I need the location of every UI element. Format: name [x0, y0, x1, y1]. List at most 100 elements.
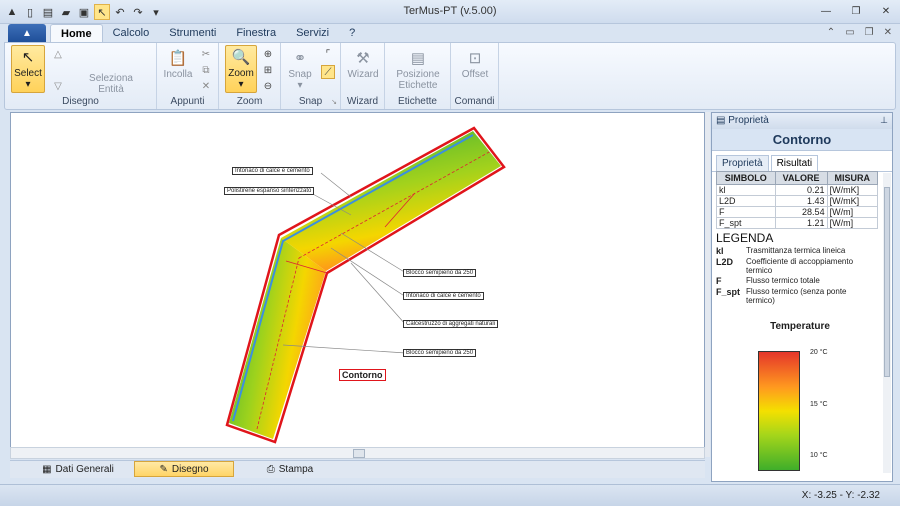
tab-label: Stampa [278, 463, 314, 475]
snap-button[interactable]: ⚭ Snap ▾ [285, 47, 315, 91]
tab-finestra[interactable]: Finestra [226, 24, 286, 43]
properties-icon: ▤ [716, 115, 726, 126]
posizione-label: Posizione Etichette [396, 69, 440, 91]
close-icon[interactable]: ✕ [878, 4, 894, 18]
tab-risultati[interactable]: Risultati [770, 155, 819, 171]
legend-description: Trasmittanza termica lineica [746, 246, 846, 255]
tab-disegno[interactable]: ✎ Disegno [134, 461, 234, 477]
results-content: SIMBOLO VALORE MISURA kl 0.21 [W/mK] L2D… [716, 171, 884, 332]
delete-icon[interactable]: ✕ [199, 79, 213, 93]
cell: 28.54 [774, 206, 828, 218]
legend-item: L2D Coefficiente di accoppiamento termic… [716, 257, 884, 275]
up-arrow-icon[interactable]: △ [51, 47, 65, 61]
properties-scrollbar[interactable] [883, 173, 891, 473]
application-menu-button[interactable]: ▲ [8, 24, 46, 42]
cursor-coordinates: X: -3.25 - Y: -2.32 [801, 490, 880, 501]
minimize-icon[interactable]: — [818, 4, 834, 18]
canvas-horizontal-scrollbar[interactable] [10, 447, 705, 459]
legend-item: F_spt Flusso termico (senza ponte termic… [716, 287, 884, 305]
scrollbar-thumb[interactable] [884, 187, 890, 377]
material-label[interactable]: Calcestruzzo di aggregati naturali [403, 320, 499, 328]
restore-icon[interactable]: ❐ [848, 4, 864, 18]
group-disegno: ↖ Select ▾ △ ▽ Seleziona Entità Disegno [5, 43, 157, 109]
group-zoom: 🔍 Zoom ▾ ⊕ ⊞ ⊖ Zoom [219, 43, 281, 109]
tab-calcolo[interactable]: Calcolo [103, 24, 160, 43]
window-title: TerMus-PT (v.5.00) [403, 5, 497, 17]
down-arrow-icon[interactable]: ▽ [51, 79, 65, 93]
legend-description: Flusso termico (senza ponte termico) [746, 287, 847, 305]
legend-item: kl Trasmittanza termica lineica [716, 246, 884, 256]
dropdown-arrow-icon: ▾ [297, 80, 303, 91]
document-tabs: ▦ Dati Generali ✎ Disegno ⎙ Stampa [10, 460, 705, 478]
tab-home[interactable]: Home [50, 24, 103, 43]
tab-proprieta[interactable]: Proprietà [716, 155, 769, 171]
cell: 0.21 [774, 184, 828, 196]
group-wizard: ⚒ Wizard Wizard [341, 43, 385, 109]
thermal-bridge-drawing[interactable] [11, 113, 705, 457]
canvas-vertical-scrollbar[interactable] [705, 112, 710, 457]
tab-dati-generali[interactable]: ▦ Dati Generali [28, 461, 128, 477]
material-label[interactable]: Blocco semipieno da 250 [403, 349, 477, 357]
group-label-zoom: Zoom [236, 96, 263, 107]
offset-button[interactable]: ⊡ Offset [457, 47, 493, 80]
material-label[interactable]: Intonaco di calce e cemento [403, 292, 484, 300]
seleziona-entita-button[interactable]: Seleziona Entità [81, 73, 141, 95]
zoom-button[interactable]: 🔍 Zoom ▾ [225, 45, 257, 93]
table-row: L2D 1.43 [W/mK] [716, 195, 879, 207]
material-label[interactable]: Polistirene espanso sinterizzato [224, 187, 315, 195]
group-comandi: ⊡ Offset Comandi [451, 43, 499, 109]
zoom-in-icon[interactable]: ⊕ [261, 47, 275, 61]
mdi-close-icon[interactable]: ✕ [884, 27, 892, 38]
zoom-label: Zoom [228, 68, 254, 79]
tab-label: Disegno [171, 463, 209, 475]
incolla-label: Incolla [163, 69, 193, 80]
temperature-title: Temperature [770, 321, 830, 332]
snap-icon: ⚭ [293, 50, 307, 67]
table-row: F 28.54 [W/m] [716, 206, 879, 218]
legend-item: F Flusso termico totale [716, 276, 884, 286]
cell: [W/mK] [826, 195, 879, 207]
ribbon: ↖ Select ▾ △ ▽ Seleziona Entità Disegno … [4, 42, 896, 110]
drawing-canvas[interactable]: Intonaco di calce e cemento Polistirene … [10, 112, 705, 457]
zoom-out-icon[interactable]: ⊖ [261, 79, 275, 93]
group-label-comandi: Comandi [454, 96, 495, 107]
material-label[interactable]: Intonaco di calce e cemento [232, 167, 313, 175]
group-snap: ⚭ Snap ▾ ⌜ ⟋ ↘ Snap [281, 43, 341, 109]
cut-icon[interactable]: ✂ [199, 47, 213, 61]
cell: [W/mK] [826, 184, 879, 196]
tab-help[interactable]: ? [339, 24, 365, 43]
mdi-restore-icon[interactable]: ❐ [865, 27, 874, 38]
ribbon-tab-bar: ▲ Home Calcolo Strumenti Finestra Serviz… [0, 24, 900, 43]
temperature-label: 10 °C [810, 452, 828, 459]
leader-line [320, 172, 352, 198]
cell: F [716, 206, 776, 218]
wizard-button[interactable]: ⚒ Wizard [345, 47, 381, 80]
table-icon: ▦ [42, 463, 52, 475]
snap-corner-icon[interactable]: ⌜ [321, 47, 335, 61]
properties-title: Contorno [712, 129, 892, 151]
tab-servizi[interactable]: Servizi [286, 24, 339, 43]
group-appunti: 📋 Incolla ✂ ⧉ ✕ Appunti [157, 43, 219, 109]
material-label[interactable]: Blocco semipieno da 250 [403, 269, 477, 277]
properties-header-label: Proprietà [728, 115, 769, 126]
pin-icon[interactable]: ⊥ [880, 115, 888, 126]
snap-line-icon[interactable]: ⟋ [321, 65, 335, 79]
group-label-etichette: Etichette [398, 96, 437, 107]
incolla-button[interactable]: 📋 Incolla [163, 47, 193, 80]
select-label: Select [14, 68, 42, 79]
group-label-appunti: Appunti [170, 96, 205, 107]
tab-stampa[interactable]: ⎙ Stampa [240, 461, 340, 477]
select-button[interactable]: ↖ Select ▾ [11, 45, 45, 93]
table-row: kl 0.21 [W/mK] [716, 184, 879, 196]
results-table: SIMBOLO VALORE MISURA kl 0.21 [W/mK] L2D… [716, 171, 879, 229]
group-label-disegno: Disegno [62, 96, 99, 107]
copy-icon[interactable]: ⧉ [199, 63, 213, 77]
zoom-extents-icon[interactable]: ⊞ [261, 63, 275, 77]
tab-strumenti[interactable]: Strumenti [159, 24, 226, 43]
collapse-ribbon-icon[interactable]: ⌃ [827, 27, 835, 38]
scrollbar-thumb[interactable] [353, 449, 365, 458]
legend-symbol: L2D [716, 257, 734, 267]
contorno-label[interactable]: Contorno [339, 369, 386, 381]
posizione-etichette-button[interactable]: ▤ Posizione Etichette [389, 47, 447, 91]
mdi-minimize-icon[interactable]: ▭ [845, 27, 854, 38]
